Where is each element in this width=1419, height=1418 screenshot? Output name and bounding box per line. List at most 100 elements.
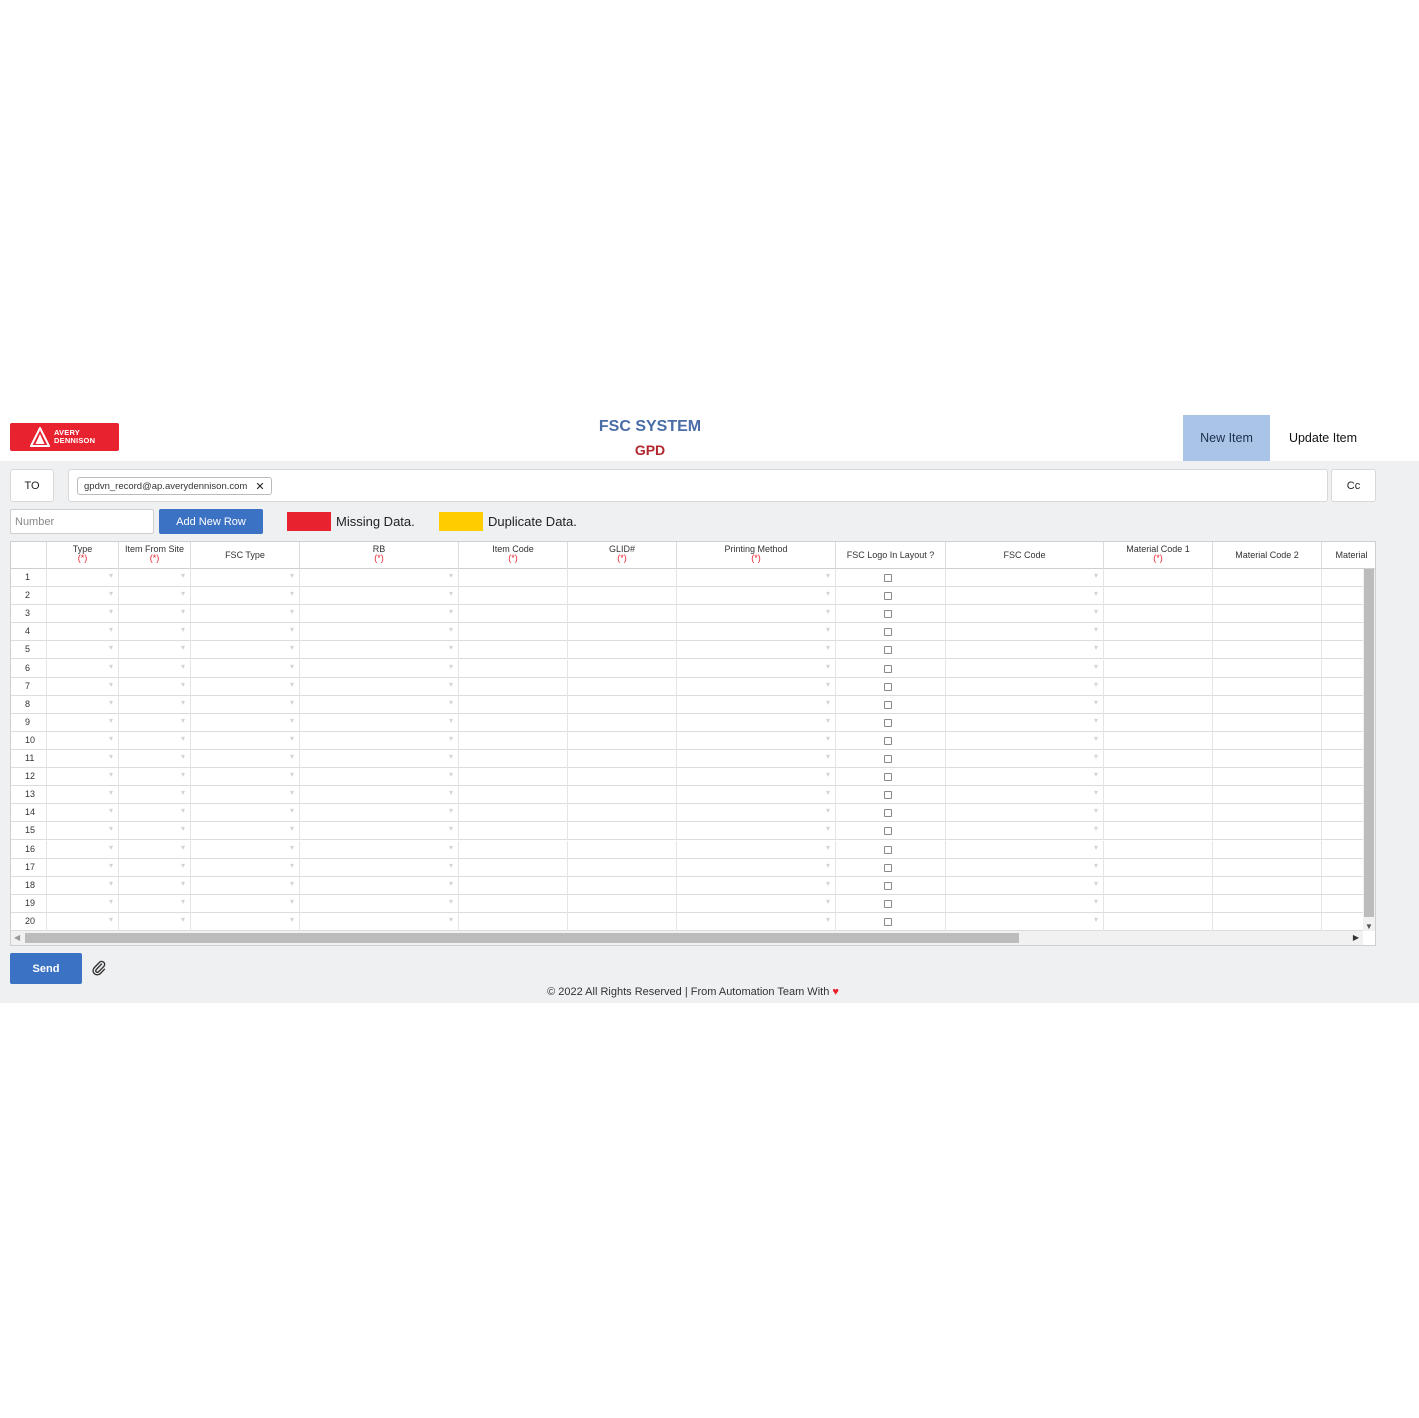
text-cell[interactable] (459, 840, 568, 859)
checkbox-cell[interactable] (836, 731, 946, 750)
text-cell[interactable] (1104, 677, 1213, 696)
text-cell[interactable] (568, 894, 677, 913)
dropdown-cell[interactable] (946, 804, 1104, 823)
text-cell[interactable] (1104, 605, 1213, 624)
text-cell[interactable] (1213, 804, 1322, 823)
dropdown-cell[interactable] (47, 569, 119, 587)
checkbox-cell[interactable] (836, 605, 946, 624)
text-cell[interactable] (568, 695, 677, 714)
dropdown-cell[interactable] (677, 677, 836, 696)
dropdown-cell[interactable] (191, 750, 300, 768)
text-cell[interactable] (568, 641, 677, 660)
text-cell[interactable] (568, 786, 677, 805)
dropdown-cell[interactable] (119, 786, 191, 805)
dropdown-cell[interactable] (119, 858, 191, 877)
dropdown-cell[interactable] (191, 731, 300, 750)
dropdown-cell[interactable] (677, 605, 836, 624)
dropdown-cell[interactable] (946, 659, 1104, 678)
send-button[interactable]: Send (10, 953, 82, 984)
dropdown-cell[interactable] (191, 768, 300, 787)
checkbox-cell[interactable] (836, 804, 946, 823)
text-cell[interactable] (1104, 623, 1213, 642)
text-cell[interactable] (568, 605, 677, 624)
column-header[interactable]: FSC Code (946, 542, 1104, 569)
dropdown-cell[interactable] (300, 641, 459, 660)
dropdown-cell[interactable] (191, 876, 300, 895)
fsc-logo-checkbox[interactable] (884, 791, 892, 800)
fsc-logo-checkbox[interactable] (884, 700, 892, 709)
text-cell[interactable] (1213, 750, 1322, 768)
dropdown-cell[interactable] (300, 731, 459, 750)
fsc-logo-checkbox[interactable] (884, 845, 892, 854)
text-cell[interactable] (1104, 659, 1213, 678)
dropdown-cell[interactable] (946, 786, 1104, 805)
text-cell[interactable] (1213, 569, 1322, 587)
dropdown-cell[interactable] (191, 840, 300, 859)
dropdown-cell[interactable] (300, 786, 459, 805)
text-cell[interactable] (1213, 659, 1322, 678)
dropdown-cell[interactable] (300, 804, 459, 823)
fsc-logo-checkbox[interactable] (884, 574, 892, 582)
dropdown-cell[interactable] (47, 713, 119, 732)
add-new-row-button[interactable]: Add New Row (159, 509, 263, 534)
dropdown-cell[interactable] (677, 894, 836, 913)
dropdown-cell[interactable] (191, 677, 300, 696)
dropdown-cell[interactable] (946, 677, 1104, 696)
dropdown-cell[interactable] (119, 840, 191, 859)
dropdown-cell[interactable] (677, 858, 836, 877)
dropdown-cell[interactable] (300, 587, 459, 606)
dropdown-cell[interactable] (119, 804, 191, 823)
text-cell[interactable] (568, 623, 677, 642)
dropdown-cell[interactable] (119, 587, 191, 606)
text-cell[interactable] (568, 713, 677, 732)
column-header[interactable]: Type (*) (47, 542, 119, 569)
fsc-logo-checkbox[interactable] (884, 773, 892, 782)
dropdown-cell[interactable] (47, 822, 119, 841)
text-cell[interactable] (459, 641, 568, 660)
dropdown-cell[interactable] (191, 605, 300, 624)
text-cell[interactable] (1213, 623, 1322, 642)
text-cell[interactable] (568, 750, 677, 768)
text-cell[interactable] (459, 695, 568, 714)
text-cell[interactable] (1213, 677, 1322, 696)
dropdown-cell[interactable] (47, 695, 119, 714)
text-cell[interactable] (1213, 731, 1322, 750)
dropdown-cell[interactable] (119, 641, 191, 660)
checkbox-cell[interactable] (836, 587, 946, 606)
text-cell[interactable] (568, 659, 677, 678)
dropdown-cell[interactable] (191, 894, 300, 913)
column-header[interactable]: FSC Type (191, 542, 300, 569)
text-cell[interactable] (1213, 912, 1322, 931)
dropdown-cell[interactable] (946, 713, 1104, 732)
checkbox-cell[interactable] (836, 876, 946, 895)
dropdown-cell[interactable] (946, 768, 1104, 787)
dropdown-cell[interactable] (119, 695, 191, 714)
fsc-logo-checkbox[interactable] (884, 718, 892, 727)
text-cell[interactable] (568, 840, 677, 859)
horizontal-scrollbar[interactable]: ◀ ▶ (11, 931, 1363, 945)
fsc-logo-checkbox[interactable] (884, 646, 892, 655)
checkbox-cell[interactable] (836, 786, 946, 805)
paperclip-icon[interactable] (92, 960, 106, 976)
dropdown-cell[interactable] (677, 804, 836, 823)
text-cell[interactable] (1104, 786, 1213, 805)
fsc-logo-checkbox[interactable] (884, 917, 892, 926)
text-cell[interactable] (1213, 587, 1322, 606)
text-cell[interactable] (1213, 695, 1322, 714)
dropdown-cell[interactable] (191, 804, 300, 823)
text-cell[interactable] (1104, 840, 1213, 859)
horizontal-scroll-thumb[interactable] (25, 933, 1019, 943)
dropdown-cell[interactable] (191, 587, 300, 606)
checkbox-cell[interactable] (836, 623, 946, 642)
text-cell[interactable] (1104, 731, 1213, 750)
dropdown-cell[interactable] (300, 912, 459, 931)
text-cell[interactable] (1104, 750, 1213, 768)
scroll-right-icon[interactable]: ▶ (1353, 933, 1359, 942)
column-header[interactable]: Material Code 2 (1213, 542, 1322, 569)
column-header[interactable]: Material (1322, 542, 1375, 569)
text-cell[interactable] (568, 912, 677, 931)
text-cell[interactable] (459, 876, 568, 895)
checkbox-cell[interactable] (836, 641, 946, 660)
dropdown-cell[interactable] (946, 840, 1104, 859)
checkbox-cell[interactable] (836, 840, 946, 859)
